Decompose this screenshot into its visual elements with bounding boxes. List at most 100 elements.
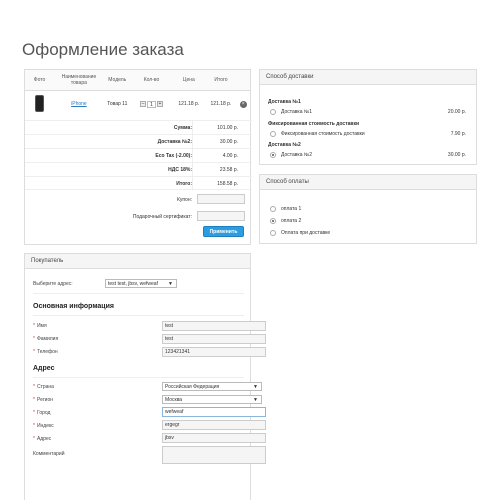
required-mark: * <box>33 349 35 355</box>
product-price: 121.18 р. <box>178 101 200 108</box>
delivery-group-1: Доставка №1 <box>268 99 301 105</box>
delivery-option-2[interactable]: Фиксированная стоимость доставки 7.90 р. <box>270 131 470 137</box>
delivery-panel: Способ доставки Доставка №1 Доставка №1 … <box>259 69 477 165</box>
last-name-label: * Фамилия <box>33 336 58 342</box>
apply-button[interactable]: Применить <box>203 226 244 237</box>
option-label: Доставка №2 <box>281 152 313 158</box>
col-price: Цена <box>172 70 206 91</box>
customer-panel: Покупатель Выберите адрес: test test, jb… <box>24 253 266 500</box>
address-field[interactable]: jbsv <box>162 433 266 443</box>
phone-image <box>35 94 45 112</box>
col-delete <box>236 70 250 91</box>
address-select-value: test test, jbsv, wefweaf <box>108 281 158 287</box>
required-mark: * <box>33 323 35 329</box>
label-text: Фамилия <box>36 336 59 342</box>
col-photo: Фото <box>25 70 55 91</box>
label-text: Город <box>36 410 51 416</box>
qty-cell: – 1 + <box>131 90 172 118</box>
total-label: НДС 18%: <box>168 167 192 173</box>
cart-header-row: Фото Наименование товара Модель Кол-во Ц… <box>25 70 250 91</box>
chevron-down-icon: ▼ <box>253 384 258 390</box>
payment-option-3[interactable]: Оплата при доставке <box>270 230 470 236</box>
total-label: Сумма: <box>173 125 192 131</box>
payment-panel: Способ оплаты оплата 1 оплата 2 Оплата п… <box>259 174 477 244</box>
radio-icon[interactable] <box>270 109 276 115</box>
label-text: Регион <box>36 397 54 403</box>
certificate-label: Подарочный сертификат: <box>132 214 192 220</box>
label-text: Имя <box>36 323 47 329</box>
first-name-label: * Имя <box>33 323 47 329</box>
label-text: Телефон <box>36 349 58 355</box>
total-row-delivery: Доставка №2: 30.00 р. <box>25 134 252 148</box>
total-value: 23.58 р. <box>219 167 238 173</box>
delivery-title: Способ доставки <box>260 70 476 85</box>
col-qty: Кол-во <box>130 70 173 91</box>
required-mark: * <box>33 423 35 429</box>
phone-field[interactable]: 123421341 <box>162 347 266 357</box>
product-name-cell: iPhone <box>54 90 104 118</box>
required-mark: * <box>33 397 35 403</box>
delivery-option-1[interactable]: Доставка №1 20.00 р. <box>270 109 470 115</box>
option-price: 20.00 р. <box>447 109 466 115</box>
first-name-field[interactable]: test <box>162 321 266 331</box>
qty-minus-button[interactable]: – <box>139 101 146 108</box>
total-label: Итого: <box>176 181 192 187</box>
payment-title: Способ оплаты <box>260 175 476 190</box>
quantity-stepper: – 1 + <box>139 100 163 108</box>
page-title: Оформление заказа <box>22 40 184 59</box>
col-model: Модель <box>103 70 131 91</box>
city-label: * Город <box>33 410 50 416</box>
radio-icon[interactable] <box>270 131 276 137</box>
radio-selected-icon[interactable] <box>270 218 276 224</box>
country-select[interactable]: Российская Федерация ▼ <box>162 382 262 391</box>
delivery-group-2: Фиксированная стоимость доставки <box>268 121 360 127</box>
qty-input[interactable]: 1 <box>146 100 156 108</box>
label-text: Адрес <box>36 436 52 442</box>
total-value: 158.58 р. <box>217 181 238 187</box>
option-label: Доставка №1 <box>281 109 313 115</box>
zip-label: * Индекс <box>33 423 54 429</box>
total-value: 30.00 р. <box>219 139 238 145</box>
option-label: оплата 1 <box>281 206 302 212</box>
radio-selected-icon[interactable] <box>270 152 276 158</box>
city-field[interactable]: wefweaf <box>162 407 266 417</box>
region-select[interactable]: Москва ▼ <box>162 395 262 404</box>
product-photo[interactable] <box>25 90 54 118</box>
radio-icon[interactable] <box>270 206 276 212</box>
product-total: 121.18 р. <box>210 101 232 108</box>
address-select-label: Выберите адрес: <box>33 281 73 287</box>
label-text: Страна <box>36 384 54 390</box>
address-label: * Адрес <box>33 436 51 442</box>
remove-item-icon[interactable]: × <box>239 100 247 108</box>
product-link[interactable]: iPhone <box>71 101 87 107</box>
radio-icon[interactable] <box>270 230 276 236</box>
country-label: * Страна <box>33 384 54 390</box>
option-label: Фиксированная стоимость доставки <box>281 131 365 137</box>
total-value: 101.00 р. <box>217 125 238 131</box>
required-mark: * <box>33 410 35 416</box>
chevron-down-icon: ▼ <box>168 281 173 287</box>
total-row-ecotax: Eco Tax (-2.00): 4.00 р. <box>25 148 252 162</box>
total-label: Доставка №2: <box>157 139 192 145</box>
coupon-input[interactable] <box>197 194 245 204</box>
last-name-field[interactable]: test <box>162 334 266 344</box>
coupon-label: Купон: <box>176 197 192 203</box>
address-select[interactable]: test test, jbsv, wefweaf ▼ <box>105 279 177 288</box>
comment-textarea[interactable] <box>162 446 266 464</box>
qty-plus-button[interactable]: + <box>156 101 163 108</box>
divider <box>33 315 244 316</box>
delivery-option-3[interactable]: Доставка №2 30.00 р. <box>270 152 470 158</box>
product-model: Товар 11 <box>107 101 128 108</box>
label-text: Индекс <box>36 423 54 429</box>
customer-title: Покупатель <box>25 254 250 269</box>
certificate-input[interactable] <box>197 211 245 221</box>
col-name: Наименование товара <box>54 70 104 91</box>
required-mark: * <box>33 336 35 342</box>
option-label: Оплата при доставке <box>281 230 331 236</box>
option-label: оплата 2 <box>281 218 302 224</box>
zip-field[interactable]: ergegr <box>162 420 266 430</box>
payment-option-1[interactable]: оплата 1 <box>270 206 470 212</box>
cart-panel: Фото Наименование товара Модель Кол-во Ц… <box>24 69 252 245</box>
payment-option-2[interactable]: оплата 2 <box>270 218 470 224</box>
total-row-vat: НДС 18%: 23.58 р. <box>25 162 252 176</box>
